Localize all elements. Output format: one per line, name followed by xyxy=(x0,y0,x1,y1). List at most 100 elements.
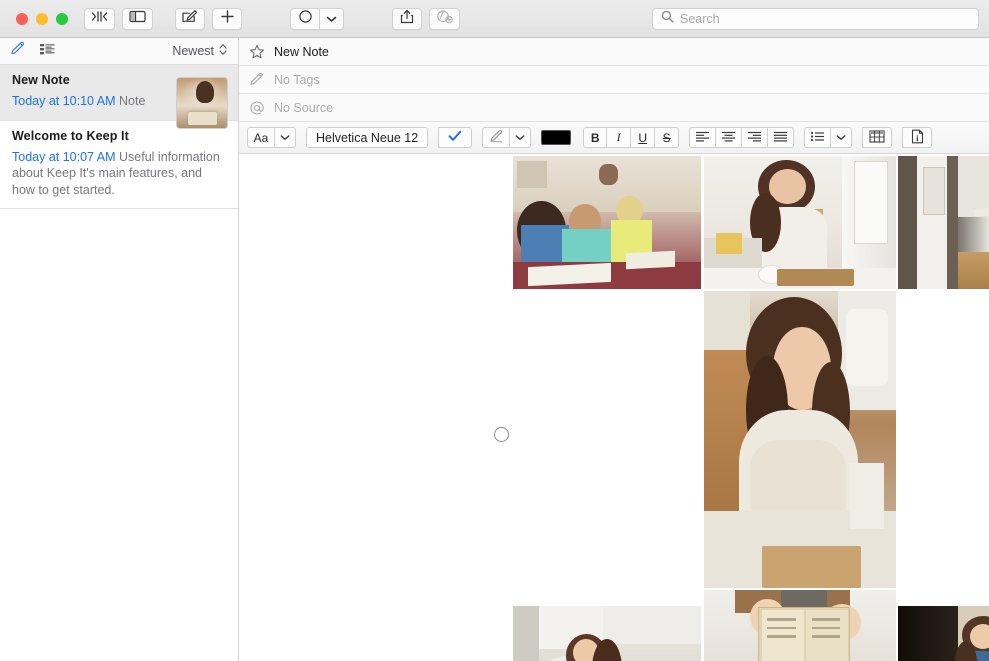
strikethrough-label: S xyxy=(662,130,671,145)
align-right-icon xyxy=(747,131,762,145)
collapse-horizontal-icon xyxy=(91,10,108,28)
table-grid-icon xyxy=(869,129,885,146)
text-style-dropdown[interactable] xyxy=(275,127,296,148)
pencil-marker-icon xyxy=(489,129,504,146)
align-right-button[interactable] xyxy=(742,127,769,148)
note-title-row[interactable]: New Note xyxy=(239,38,989,66)
view-buttons xyxy=(84,7,153,30)
status-circle-button[interactable] xyxy=(290,7,320,30)
sort-order-control[interactable]: Newest xyxy=(172,43,228,59)
maximize-button[interactable] xyxy=(56,12,68,25)
image-woman-reading-book-sofa[interactable] xyxy=(704,156,896,289)
alignment-group xyxy=(689,127,795,148)
minimize-button[interactable] xyxy=(36,12,48,25)
note-source-text: No Source xyxy=(274,100,334,115)
font-name-size: Helvetica Neue 12 xyxy=(316,130,419,145)
image-woman-reading-overhead[interactable] xyxy=(704,291,896,588)
tag-outline-icon[interactable] xyxy=(249,72,265,88)
image-woman-laptop-on-bed[interactable] xyxy=(513,606,701,661)
note-tags-row[interactable]: No Tags xyxy=(239,66,989,94)
add-tag-button[interactable] xyxy=(429,7,460,30)
checkmark-icon xyxy=(448,130,462,145)
image-open-book-and-coffee[interactable] xyxy=(704,590,896,661)
image-woman-laptop-by-window[interactable] xyxy=(898,156,989,289)
notes-sidebar: Newest New Note Today at 10:10 AM Note W… xyxy=(0,38,239,661)
note-title-text: New Note xyxy=(274,44,329,59)
image-woman-in-library[interactable] xyxy=(898,606,989,661)
list-item[interactable]: Welcome to Keep It Today at 10:07 AM Use… xyxy=(0,121,238,209)
strikethrough-button[interactable]: S xyxy=(655,127,680,148)
format-toolbar: Aa Helvetica Neue 12 B I U S xyxy=(239,122,989,154)
note-source-row[interactable]: No Source xyxy=(239,94,989,122)
bold-label: B xyxy=(590,130,600,145)
window-body: Newest New Note Today at 10:10 AM Note W… xyxy=(0,38,989,661)
font-field[interactable]: Helvetica Neue 12 xyxy=(306,127,429,148)
italic-label: I xyxy=(616,130,621,144)
toggle-list-view-button[interactable] xyxy=(122,7,153,30)
toggle-sidebar-narrow-button[interactable] xyxy=(84,7,115,30)
status-control xyxy=(290,7,344,30)
at-sign-icon[interactable] xyxy=(249,100,265,116)
star-outline-icon[interactable] xyxy=(249,44,265,60)
bullet-list-icon xyxy=(810,131,825,145)
sort-order-label: Newest xyxy=(172,44,214,58)
chevron-down-icon xyxy=(280,133,290,143)
circle-outline-icon xyxy=(298,9,313,29)
create-buttons xyxy=(175,7,242,30)
compose-pencil-icon xyxy=(182,9,198,28)
insert-table-button[interactable] xyxy=(862,127,893,148)
close-button[interactable] xyxy=(16,12,28,25)
search-bar[interactable] xyxy=(652,8,979,30)
text-style-label: Aa xyxy=(253,130,269,145)
note-tags-text: No Tags xyxy=(274,72,320,87)
pencil-tag-icon[interactable] xyxy=(10,41,27,61)
underline-button[interactable]: U xyxy=(631,127,656,148)
highlight-button[interactable] xyxy=(482,127,511,148)
note-date: Today at 10:07 AM xyxy=(12,149,116,164)
align-center-button[interactable] xyxy=(716,127,743,148)
document-info-icon xyxy=(911,129,924,147)
note-content-canvas[interactable]: M www.MacDown.com xyxy=(239,154,989,661)
plus-icon xyxy=(220,9,235,29)
window-controls xyxy=(16,12,68,25)
share-buttons xyxy=(392,7,460,30)
sidebar-panel-icon xyxy=(129,10,146,28)
chevron-down-icon xyxy=(836,133,846,143)
bullet-list-button[interactable] xyxy=(804,127,832,148)
app-window: Newest New Note Today at 10:10 AM Note xyxy=(0,0,989,661)
sort-updown-icon xyxy=(218,43,228,59)
highlight-dropdown[interactable] xyxy=(510,127,532,148)
titlebar xyxy=(0,0,989,38)
list-lines-icon[interactable] xyxy=(39,42,56,61)
align-justify-icon xyxy=(773,131,788,145)
note-title: Welcome to Keep It xyxy=(12,128,129,143)
note-editor: New Note No Tags No Source Aa Helvetica … xyxy=(239,38,989,661)
share-button[interactable] xyxy=(392,7,422,30)
text-color-swatch[interactable] xyxy=(541,130,572,145)
text-style-group: B I U S xyxy=(583,127,680,148)
search-input[interactable] xyxy=(680,12,970,26)
text-style-button[interactable]: Aa xyxy=(247,127,275,148)
note-snippet-text: Note xyxy=(119,94,146,108)
note-preview: Today at 10:07 AM Useful information abo… xyxy=(12,149,226,199)
apply-font-button[interactable] xyxy=(438,127,473,148)
note-date: Today at 10:10 AM xyxy=(12,94,116,108)
align-justify-button[interactable] xyxy=(768,127,795,148)
list-item[interactable]: New Note Today at 10:10 AM Note xyxy=(0,65,238,129)
new-note-button[interactable] xyxy=(175,7,205,30)
add-item-button[interactable] xyxy=(212,7,242,30)
list-dropdown[interactable] xyxy=(831,127,853,148)
italic-button[interactable]: I xyxy=(607,127,632,148)
circle-outline-icon[interactable] xyxy=(494,427,509,442)
align-left-button[interactable] xyxy=(689,127,717,148)
tag-add-icon xyxy=(436,9,453,29)
share-upload-icon xyxy=(400,9,414,29)
bold-button[interactable]: B xyxy=(583,127,608,148)
chevron-down-icon xyxy=(515,133,525,143)
search-icon xyxy=(661,10,674,28)
underline-label: U xyxy=(638,130,647,145)
image-students-in-classroom[interactable] xyxy=(513,156,701,289)
status-dropdown-button[interactable] xyxy=(320,7,344,30)
document-info-button[interactable] xyxy=(902,127,933,148)
align-left-icon xyxy=(695,131,710,145)
